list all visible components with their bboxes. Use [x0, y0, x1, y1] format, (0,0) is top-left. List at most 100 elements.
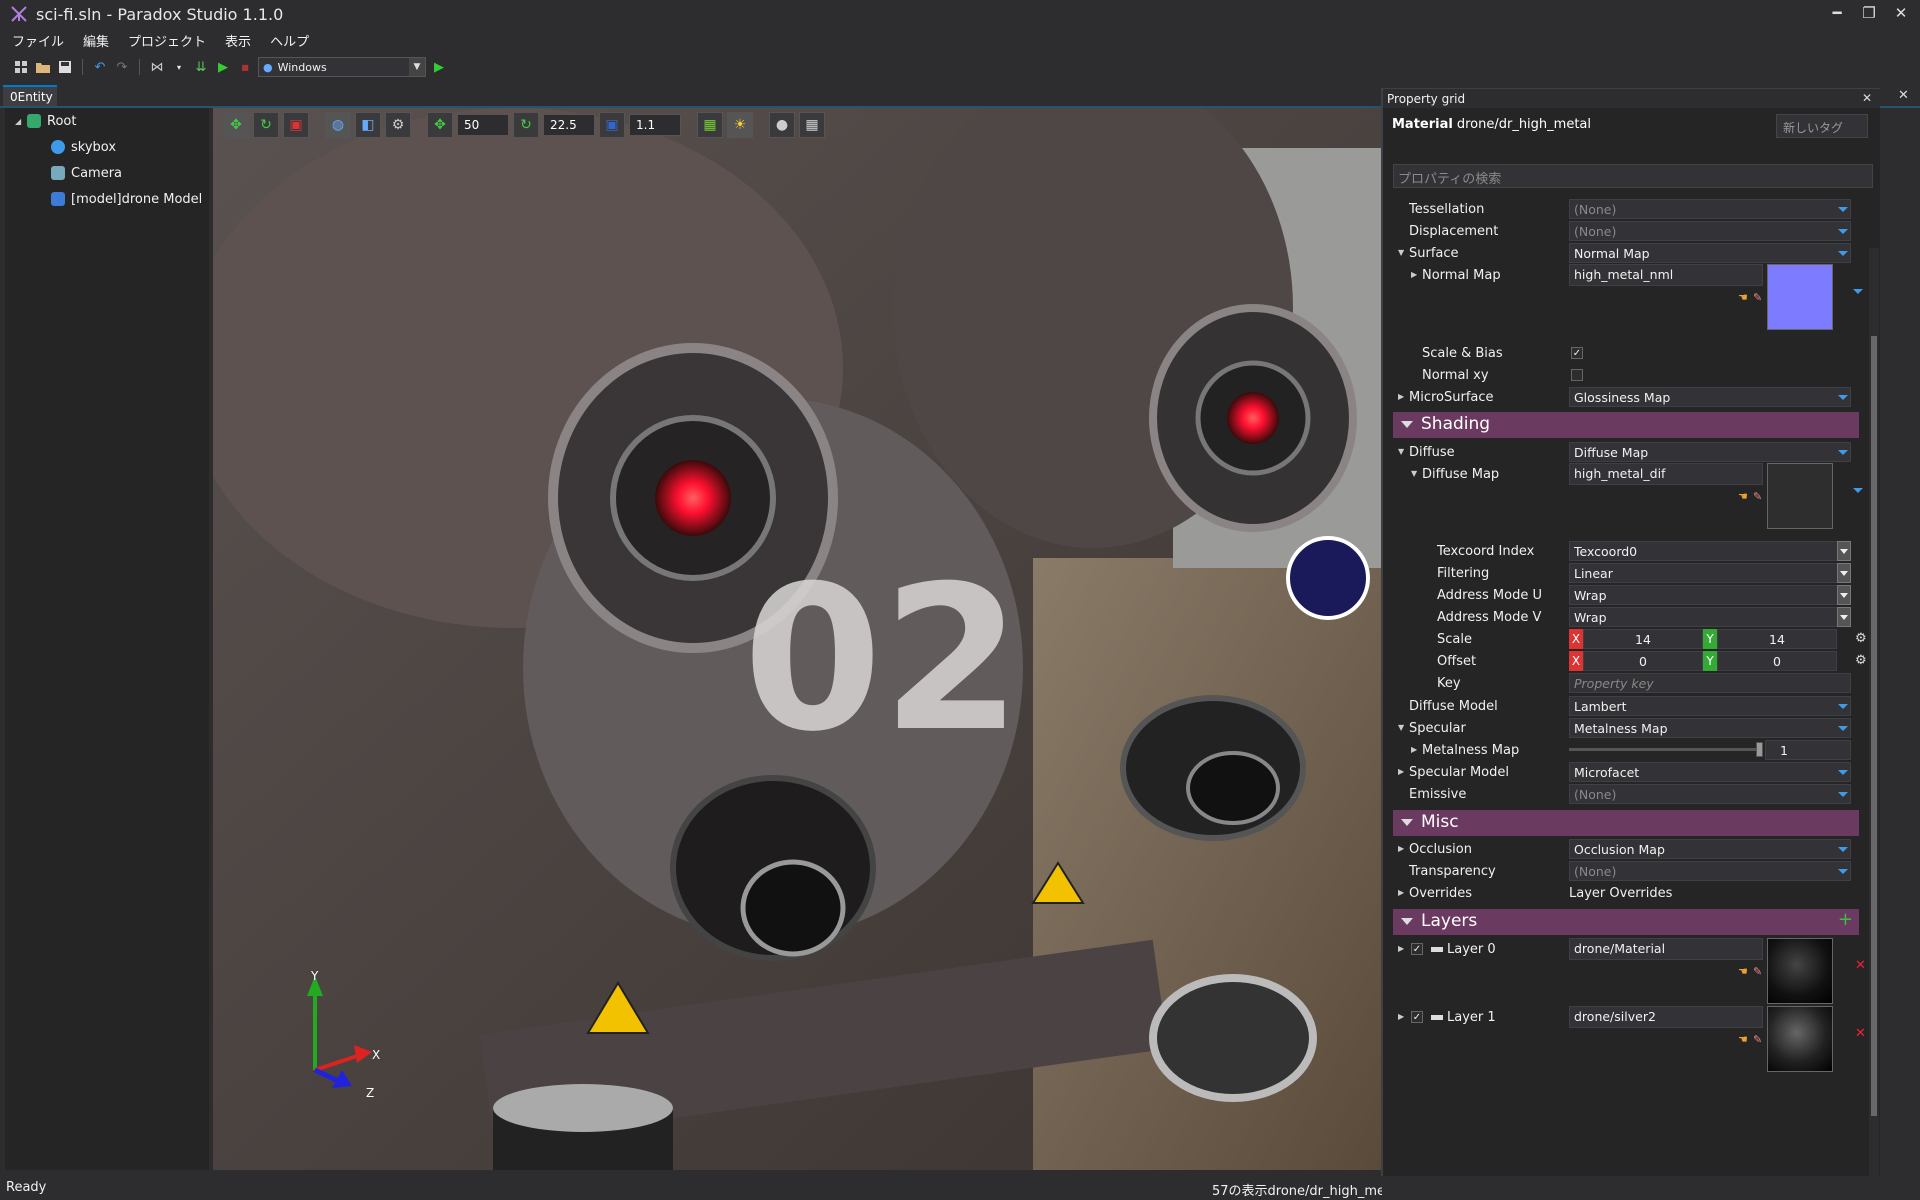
specular-model-dropdown[interactable]: Microfacet	[1569, 762, 1851, 782]
expand-arrow-icon[interactable]: ▶	[1398, 944, 1404, 953]
expand-arrow-icon[interactable]: ▼	[1398, 248, 1404, 257]
normal-map-thumbnail[interactable]	[1767, 264, 1833, 330]
restore-button[interactable]: ❐	[1858, 2, 1880, 24]
clear-asset-icon[interactable]: ✎	[1753, 291, 1762, 304]
slider-handle[interactable]	[1756, 742, 1763, 757]
clear-asset-icon[interactable]: ✎	[1753, 490, 1762, 503]
pick-asset-icon[interactable]: ☚	[1738, 1033, 1748, 1046]
scale-y-input[interactable]: 14	[1717, 629, 1837, 649]
scale-snap-input[interactable]: 1.1	[629, 114, 681, 136]
thumbnail-dropdown-icon[interactable]	[1853, 289, 1863, 294]
surface-dropdown[interactable]: Normal Map	[1569, 243, 1851, 263]
rotate-tool-icon[interactable]: ↻	[253, 112, 279, 138]
expand-arrow-icon[interactable]: ▶	[1411, 270, 1417, 279]
settings-gear-icon[interactable]: ⚙	[1855, 653, 1867, 668]
open-folder-icon[interactable]	[34, 58, 52, 76]
close-button[interactable]: ✕	[1890, 2, 1912, 24]
scale-x-input[interactable]: 14	[1583, 629, 1703, 649]
emissive-dropdown[interactable]: (None)	[1569, 784, 1851, 804]
remove-layer-icon[interactable]: ✕	[1855, 1026, 1866, 1041]
expand-arrow-icon[interactable]: ▶	[1398, 844, 1404, 853]
filtering-select[interactable]: Linear	[1569, 563, 1851, 583]
offset-y-input[interactable]: 0	[1717, 651, 1837, 671]
close-panel-icon[interactable]: ✕	[1862, 91, 1872, 105]
pick-asset-icon[interactable]: ☚	[1738, 291, 1748, 304]
expand-arrow-icon[interactable]: ▼	[1411, 469, 1417, 478]
run-icon[interactable]: ▶	[214, 58, 232, 76]
rotate-snap-input[interactable]: 22.5	[543, 114, 595, 136]
build-icon[interactable]: ⇊	[192, 58, 210, 76]
scale-bias-checkbox[interactable]: ✓	[1571, 347, 1583, 359]
expand-arrow-icon[interactable]: ▶	[1398, 1012, 1404, 1021]
property-search-input[interactable]: プロパティの検索	[1393, 164, 1873, 188]
new-project-icon[interactable]	[12, 58, 30, 76]
expand-arrow-icon[interactable]: ◢	[15, 117, 27, 126]
thumbnail-dropdown-icon[interactable]	[1853, 488, 1863, 493]
vs-solution-icon[interactable]: ⋈	[148, 58, 166, 76]
translate-tool-icon[interactable]: ✥	[223, 112, 249, 138]
tree-item-drone-model[interactable]: [model]drone Model	[5, 186, 209, 212]
sun-icon[interactable]: ☀	[727, 112, 753, 138]
lighting-icon[interactable]: ▦	[697, 112, 723, 138]
snap-rotate-icon[interactable]: ↻	[513, 112, 539, 138]
dropdown-arrow-icon[interactable]: ▾	[170, 58, 188, 76]
texcoord-select[interactable]: Texcoord0	[1569, 541, 1851, 561]
tree-item-skybox[interactable]: skybox	[5, 134, 209, 160]
layer-1-material-field[interactable]: drone/silver2	[1569, 1006, 1763, 1028]
close-document-icon[interactable]: ✕	[1898, 88, 1909, 103]
clear-asset-icon[interactable]: ✎	[1753, 965, 1762, 978]
redo-icon[interactable]: ↷	[113, 58, 131, 76]
expand-arrow-icon[interactable]: ▼	[1398, 447, 1404, 456]
section-shading[interactable]: Shading	[1393, 412, 1859, 438]
camera-space-icon[interactable]: ⚙	[385, 112, 411, 138]
menu-help[interactable]: ヘルプ	[264, 29, 322, 51]
property-scrollbar[interactable]	[1869, 248, 1879, 1183]
occlusion-dropdown[interactable]: Occlusion Map	[1569, 839, 1851, 859]
normal-map-field[interactable]: high_metal_nml	[1569, 264, 1763, 286]
expand-arrow-icon[interactable]: ▼	[1398, 723, 1404, 732]
settings-gear-icon[interactable]: ⚙	[1855, 631, 1867, 646]
world-space-icon[interactable]: ◍	[325, 112, 351, 138]
address-v-select[interactable]: Wrap	[1569, 607, 1851, 627]
translate-snap-input[interactable]: 50	[457, 114, 509, 136]
diffuse-model-dropdown[interactable]: Lambert	[1569, 696, 1851, 716]
layer-0-thumbnail[interactable]	[1767, 938, 1833, 1004]
new-tag-input[interactable]: 新しいタグ	[1776, 114, 1868, 138]
expand-arrow-icon[interactable]: ▶	[1398, 888, 1404, 897]
menu-project[interactable]: プロジェクト	[122, 29, 219, 51]
local-space-icon[interactable]: ◧	[355, 112, 381, 138]
platform-select[interactable]: ● Windows ▼	[258, 57, 426, 77]
metalness-slider[interactable]	[1569, 742, 1763, 757]
tree-item-root[interactable]: ◢ Root	[5, 108, 209, 134]
specular-dropdown[interactable]: Metalness Map	[1569, 718, 1851, 738]
expand-arrow-icon[interactable]: ▶	[1398, 767, 1404, 776]
remove-layer-icon[interactable]: ✕	[1855, 958, 1866, 973]
minimize-button[interactable]: ━	[1826, 2, 1848, 24]
add-layer-icon[interactable]: +	[1838, 909, 1853, 930]
section-layers[interactable]: Layers +	[1393, 909, 1859, 935]
tab-entity[interactable]: 0Entity	[3, 85, 57, 106]
expand-arrow-icon[interactable]: ▶	[1411, 745, 1417, 754]
menu-view[interactable]: 表示	[219, 29, 264, 51]
scale-tool-icon[interactable]: ▣	[283, 112, 309, 138]
undo-icon[interactable]: ↶	[91, 58, 109, 76]
address-u-select[interactable]: Wrap	[1569, 585, 1851, 605]
snap-translate-icon[interactable]: ✥	[427, 112, 453, 138]
diffuse-map-thumbnail[interactable]	[1767, 463, 1833, 529]
launch-icon[interactable]: ▶	[430, 58, 448, 76]
layer-1-thumbnail[interactable]	[1767, 1006, 1833, 1072]
metalness-value-input[interactable]: 1	[1765, 740, 1851, 760]
microsurface-dropdown[interactable]: Glossiness Map	[1569, 387, 1851, 407]
expand-arrow-icon[interactable]: ▶	[1398, 392, 1404, 401]
save-icon[interactable]	[56, 58, 74, 76]
diffuse-dropdown[interactable]: Diffuse Map	[1569, 442, 1851, 462]
clear-asset-icon[interactable]: ✎	[1753, 1033, 1762, 1046]
platform-dropdown-icon[interactable]: ▼	[409, 58, 425, 76]
stop-icon[interactable]: ■	[236, 58, 254, 76]
layer-enabled-checkbox[interactable]: ✓	[1411, 943, 1423, 955]
menu-file[interactable]: ファイル	[6, 29, 77, 51]
diffuse-map-field[interactable]: high_metal_dif	[1569, 463, 1763, 485]
snap-scale-icon[interactable]: ▣	[599, 112, 625, 138]
scrollbar-thumb[interactable]	[1871, 336, 1877, 1116]
pick-asset-icon[interactable]: ☚	[1738, 490, 1748, 503]
